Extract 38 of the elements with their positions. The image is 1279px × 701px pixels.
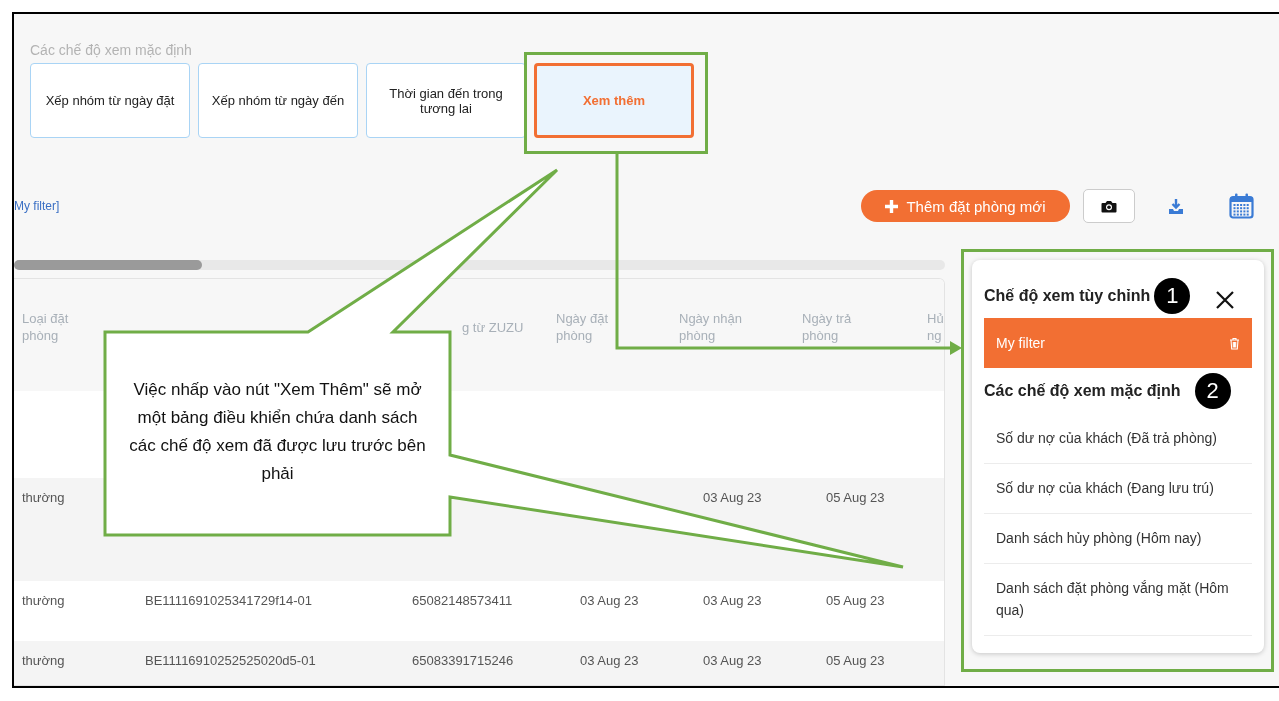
view-card[interactable]: Xem thêm: [534, 63, 694, 138]
column-header[interactable]: Ngày nhận phòng: [671, 310, 745, 344]
table-cell-text: 05 Aug 23: [825, 653, 885, 668]
table-cell-text: 65083391715246: [411, 653, 514, 668]
column-header[interactable]: Ngày trả phòng: [794, 310, 868, 344]
table-cell-text: 05 Aug 23: [825, 593, 885, 608]
filter-link[interactable]: My filter]: [14, 199, 60, 213]
view-item[interactable]: Danh sách hủy phòng (Hôm nay): [984, 514, 1252, 564]
column-header[interactable]: Hủ ng: [917, 310, 944, 344]
table-cell-text: thường: [21, 593, 65, 608]
table-cell-text: thường: [21, 490, 65, 505]
view-item[interactable]: Số dư nợ của khách (Đã trả phòng): [984, 414, 1252, 464]
table-cell-text: 03 Aug 23: [579, 653, 639, 668]
panel-title: Chế độ xem tùy chỉnh: [984, 287, 1151, 305]
table-cell-text: 65082148573411: [411, 593, 513, 608]
table-cell-text: BE1111691025341729f14-01: [144, 593, 312, 608]
column-header[interactable]: g từ ZUZU: [462, 318, 524, 336]
filter-item[interactable]: My filter: [984, 318, 1252, 368]
step-badge: 2: [1194, 373, 1231, 409]
table-cell-text: thường: [21, 653, 65, 668]
table-cell-text: 05 Aug 23: [825, 490, 885, 505]
table-cell-text: BE11116910252525020d5-01: [144, 653, 316, 668]
section-label: Các chế độ xem mặc định: [30, 42, 193, 58]
table-cell-text: 03 Aug 23: [702, 490, 762, 505]
table-cell-text: 03 Aug 23: [702, 653, 762, 668]
add-booking-button[interactable]: Thêm đặt phòng mới: [861, 190, 1070, 222]
panel-title: Các chế độ xem mặc định: [984, 382, 1181, 400]
view-card[interactable]: Xếp nhóm từ ngày đến: [198, 63, 358, 138]
view-card[interactable]: Thời gian đến trong tương lai: [366, 63, 526, 138]
step-badge: 1: [1154, 278, 1191, 314]
view-item[interactable]: Số dư nợ của khách (Đang lưu trú): [984, 464, 1252, 514]
table-cell-text: 03 Aug 23: [702, 593, 762, 608]
column-header[interactable]: Ngày đặt phòng: [548, 310, 622, 344]
view-card[interactable]: Xếp nhóm từ ngày đặt: [30, 63, 190, 138]
callout-text: Việc nhấp vào nút "Xem Thêm" sẽ mở một bảng điều khiển chứa danh sách các chế độ xem đã được lưu trước bên phải: [128, 379, 427, 485]
column-header[interactable]: Loại đặt phòng: [14, 310, 88, 344]
table-cell-text: 03 Aug 23: [579, 593, 639, 608]
view-item[interactable]: Danh sách đặt phòng vắng mặt (Hôm qua): [984, 564, 1252, 636]
